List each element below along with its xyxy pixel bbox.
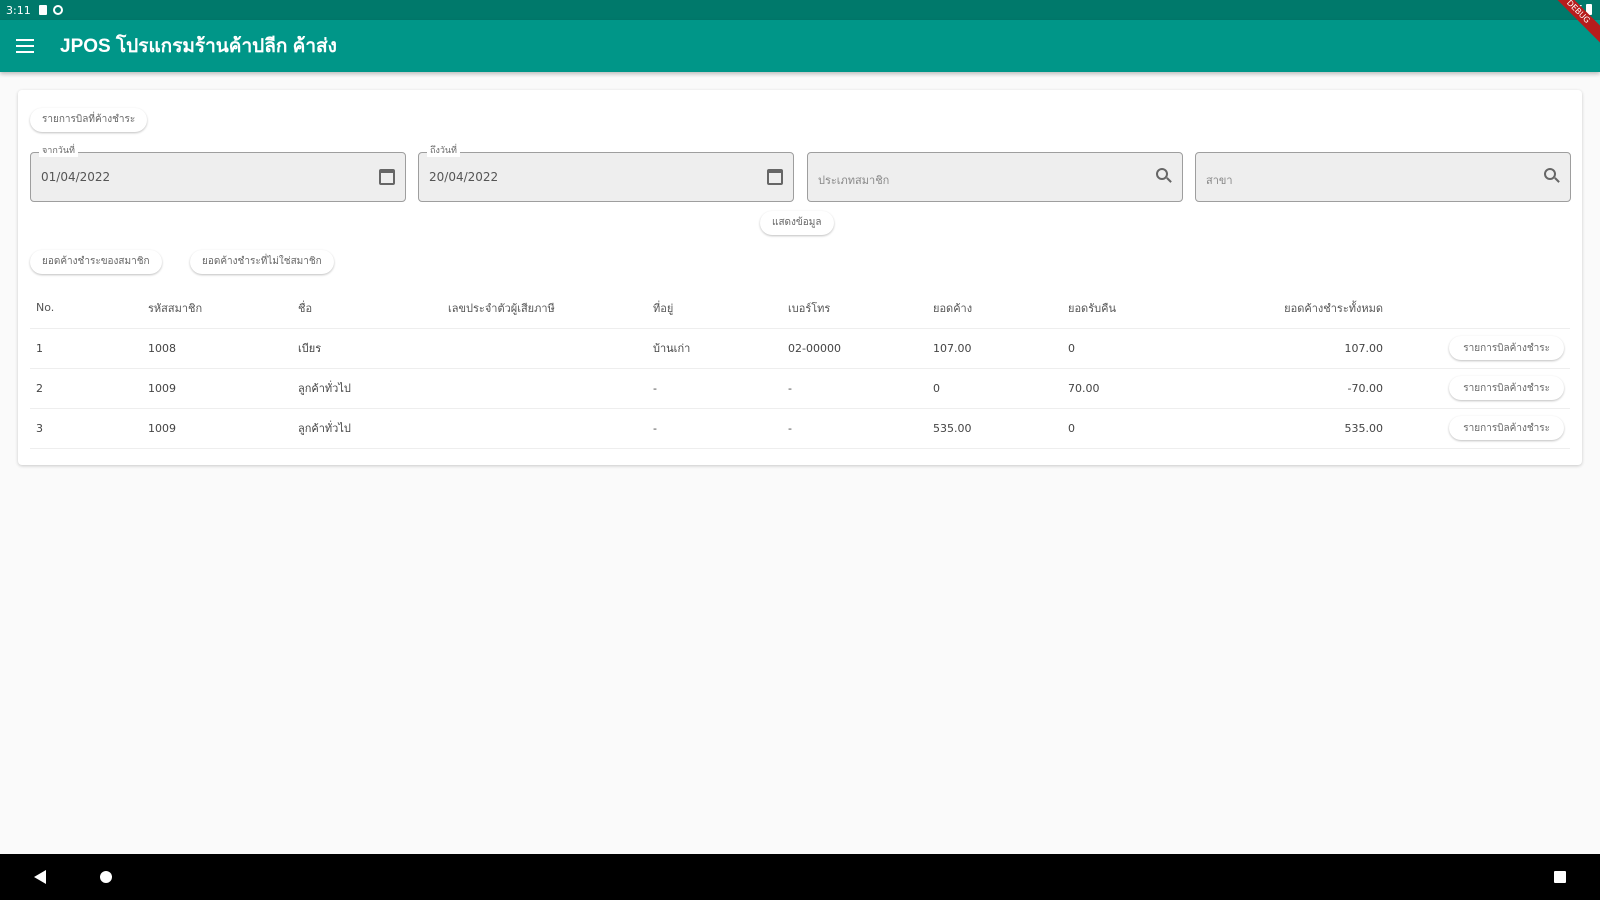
calendar-icon[interactable] [379, 169, 395, 185]
overdue-bill-list-button[interactable]: รายการบิลค้างชำระ [1449, 376, 1564, 400]
cell-address: - [647, 408, 782, 449]
end-date-field[interactable]: ถึงวันที่ 20/04/2022 [418, 146, 794, 202]
cell-returned: 70.00 [1062, 368, 1227, 409]
col-member-code: รหัสสมาชิก [142, 288, 292, 329]
cell-returned: 0 [1062, 408, 1227, 449]
cell-address: - [647, 368, 782, 409]
cell-no: 3 [30, 408, 142, 449]
sync-icon [52, 5, 63, 15]
cell-total: 107.00 [1227, 328, 1389, 369]
cell-tax-id [442, 368, 647, 409]
col-address: ที่อยู่ [647, 288, 782, 329]
outstanding-table: No. รหัสสมาชิก ชื่อ เลขประจำตัวผู้เสียภา… [30, 288, 1570, 449]
member-type-placeholder: ประเภทสมาชิก [818, 174, 890, 187]
cell-name: เบียร [292, 328, 442, 369]
tab-member-outstanding[interactable]: ยอดค้างชำระของสมาชิก [30, 250, 162, 274]
table-header-row: No. รหัสสมาชิก ชื่อ เลขประจำตัวผู้เสียภา… [30, 288, 1570, 329]
cell-address: บ้านเก่า [647, 328, 782, 369]
system-nav-bar [0, 854, 1600, 900]
sd-card-icon [38, 5, 47, 15]
tab-non-member-outstanding[interactable]: ยอดค้างชำระที่ไม่ใช่สมาชิก [190, 250, 334, 274]
status-bar: 3:11 [0, 0, 1600, 20]
cell-no: 1 [30, 328, 142, 369]
search-icon[interactable] [1544, 168, 1556, 180]
cell-action: รายการบิลค้างชำระ [1389, 368, 1570, 409]
start-date-field[interactable]: จากวันที่ 01/04/2022 [30, 146, 406, 202]
member-type-search-field[interactable]: ประเภทสมาชิก [807, 152, 1183, 202]
cell-action: รายการบิลค้างชำระ [1389, 408, 1570, 449]
cell-total: -70.00 [1227, 368, 1389, 409]
cell-phone: - [782, 368, 927, 409]
cell-code: 1008 [142, 328, 292, 369]
cell-no: 2 [30, 368, 142, 409]
col-action [1389, 288, 1570, 329]
overdue-bill-list-button[interactable]: รายการบิลค้างชำระ [1449, 336, 1564, 360]
cell-action: รายการบิลค้างชำระ [1389, 328, 1570, 369]
cell-name: ลูกค้าทั่วไป [292, 408, 442, 449]
branch-placeholder: สาขา [1206, 174, 1233, 187]
table-row: 3 1009 ลูกค้าทั่วไป - - 535.00 0 535.00 … [30, 408, 1570, 449]
cell-phone: - [782, 408, 927, 449]
start-date-label: จากวันที่ [39, 146, 78, 157]
cell-tax-id [442, 328, 647, 369]
col-phone: เบอร์โทร [782, 288, 927, 329]
app-bar: JPOS โปรแกรมร้านค้าปลีก ค้าส่ง [0, 20, 1600, 72]
col-owed: ยอดค้าง [927, 288, 1062, 329]
app-title: JPOS โปรแกรมร้านค้าปลีก ค้าส่ง [60, 36, 337, 57]
col-total: ยอดค้างชำระทั้งหมด [1227, 288, 1389, 329]
cell-code: 1009 [142, 368, 292, 409]
show-data-button[interactable]: แสดงข้อมูล [760, 211, 834, 235]
cell-code: 1009 [142, 408, 292, 449]
end-date-value: 20/04/2022 [429, 170, 499, 184]
overdue-bill-list-button[interactable]: รายการบิลค้างชำระ [1449, 416, 1564, 440]
cell-total: 535.00 [1227, 408, 1389, 449]
cell-owed: 107.00 [927, 328, 1062, 369]
table-row: 1 1008 เบียร บ้านเก่า 02-00000 107.00 0 … [30, 328, 1570, 369]
col-no: No. [30, 288, 142, 329]
cell-owed: 535.00 [927, 408, 1062, 449]
back-icon[interactable] [34, 870, 46, 884]
status-time: 3:11 [6, 3, 31, 17]
start-date-value: 01/04/2022 [41, 170, 111, 184]
end-date-label: ถึงวันที่ [427, 146, 460, 157]
recent-apps-icon[interactable] [1554, 871, 1566, 883]
search-icon[interactable] [1156, 168, 1168, 180]
col-returned: ยอดรับคืน [1062, 288, 1227, 329]
cell-phone: 02-00000 [782, 328, 927, 369]
report-card: รายการบิลที่ค้างชำระ จากวันที่ 01/04/202… [18, 90, 1582, 465]
cell-returned: 0 [1062, 328, 1227, 369]
cell-tax-id [442, 408, 647, 449]
overdue-bills-button[interactable]: รายการบิลที่ค้างชำระ [30, 108, 148, 132]
branch-search-field[interactable]: สาขา [1195, 152, 1571, 202]
col-tax-id: เลขประจำตัวผู้เสียภาษี [442, 288, 647, 329]
menu-icon[interactable] [16, 39, 34, 53]
home-icon[interactable] [100, 871, 112, 883]
calendar-icon[interactable] [767, 169, 783, 185]
table-row: 2 1009 ลูกค้าทั่วไป - - 0 70.00 -70.00 ร… [30, 368, 1570, 409]
cell-name: ลูกค้าทั่วไป [292, 368, 442, 409]
cell-owed: 0 [927, 368, 1062, 409]
col-name: ชื่อ [292, 288, 442, 329]
